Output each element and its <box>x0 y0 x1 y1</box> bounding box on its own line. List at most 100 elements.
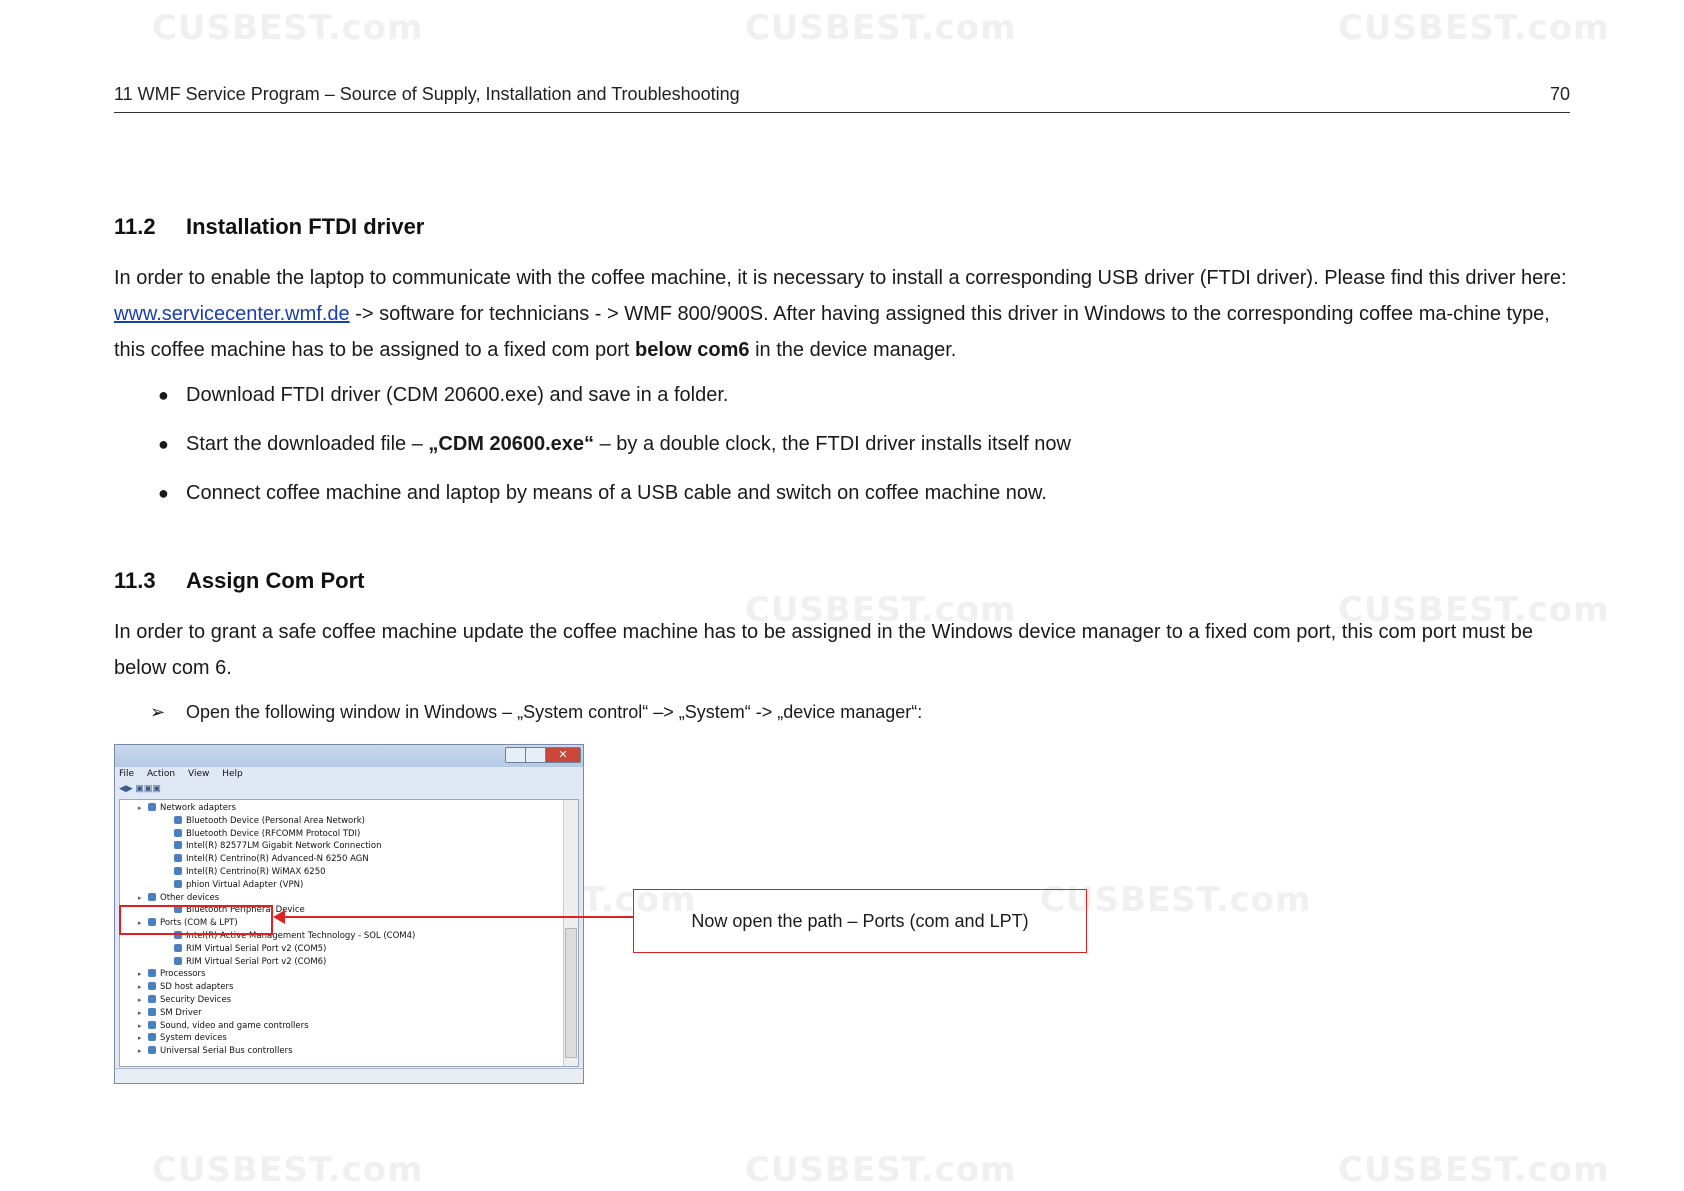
device-icon <box>148 1007 156 1016</box>
device-tree-item[interactable]: ▸ Other devices <box>138 892 219 904</box>
ports-highlight-box <box>119 905 273 935</box>
device-icon <box>174 943 182 952</box>
window-menu: File Action View Help <box>119 769 579 783</box>
device-tree-item[interactable]: ▸ Processors <box>138 968 205 980</box>
device-tree-item[interactable]: Bluetooth Device (Personal Area Network) <box>164 815 365 827</box>
section-heading-11-3: 11.3 Assign Com Port <box>114 568 364 594</box>
scrollbar <box>563 800 578 1066</box>
device-icon <box>174 867 182 875</box>
arrow-list-item: ➢ Open the following window in Windows – … <box>150 702 922 723</box>
toolbar-icon: ▣ <box>135 783 144 793</box>
status-bar <box>115 1068 583 1083</box>
device-icon <box>174 879 182 888</box>
device-icon <box>148 969 156 978</box>
device-tree-label: Network adapters <box>160 803 236 813</box>
device-tree-item[interactable]: phion Virtual Adapter (VPN) <box>164 879 303 891</box>
device-tree-label: System devices <box>160 1033 227 1044</box>
device-tree-label: Intel(R) 82577LM Gigabit Network Connect… <box>186 841 382 852</box>
para-bold: below com6 <box>635 339 750 361</box>
device-icon <box>148 982 156 991</box>
expand-arrow-icon: ▸ <box>138 893 142 902</box>
para-text: in the device manager. <box>749 339 957 361</box>
device-tree-item[interactable]: RIM Virtual Serial Port v2 (COM5) <box>164 943 326 955</box>
watermark: CUSBEST.com <box>1338 1150 1610 1190</box>
device-tree-item[interactable]: ▸ Universal Serial Bus controllers <box>138 1045 293 1057</box>
section-11-3-paragraph: In order to grant a safe coffee machine … <box>114 621 1533 679</box>
bullet-text: Connect coffee machine and laptop by mea… <box>186 482 1047 504</box>
device-icon <box>148 1020 156 1029</box>
arrow-item-text: Open the following window in Windows – „… <box>186 702 923 722</box>
device-tree-item[interactable]: Intel(R) Centrino(R) Advanced-N 6250 AGN <box>164 853 369 865</box>
help-icon: ▣ <box>152 783 161 793</box>
menu-item: View <box>188 769 210 779</box>
device-tree-label: SD host adapters <box>160 982 234 993</box>
bullet-dot: ● <box>158 434 169 454</box>
device-tree-item[interactable]: ▸ SD host adapters <box>138 981 233 993</box>
device-icon <box>148 1046 156 1055</box>
back-icon: ◀ <box>119 783 126 793</box>
forward-icon: ▶ <box>125 783 133 793</box>
device-icon <box>148 803 156 811</box>
bullet-bold: „CDM 20600.exe“ <box>428 433 595 455</box>
bullet-dot: ● <box>158 385 169 405</box>
section-title: Installation FTDI driver <box>186 214 425 239</box>
expand-arrow-icon: ▸ <box>138 1047 142 1056</box>
bullet-item: ● Connect coffee machine and laptop by me… <box>158 482 1047 505</box>
section-11-2-paragraph: In order to enable the laptop to communi… <box>114 260 1570 368</box>
device-tree-label: Intel(R) Centrino(R) Advanced-N 6250 AGN <box>186 854 369 865</box>
expand-arrow-icon: ▸ <box>138 1034 142 1043</box>
device-tree-item[interactable]: ▸ Security Devices <box>138 994 231 1006</box>
device-icon <box>148 1033 156 1042</box>
arrow-bullet-icon: ➢ <box>150 702 166 722</box>
device-tree-label: SM Driver <box>160 1007 202 1018</box>
device-tree-item[interactable]: Intel(R) Centrino(R) WiMAX 6250 <box>164 866 326 878</box>
device-tree-item[interactable]: ▸ System devices <box>138 1032 227 1044</box>
device-tree-item[interactable]: ▸ Network adapters <box>138 802 236 814</box>
device-icon <box>148 892 156 901</box>
section-heading-11-2: 11.2 Installation FTDI driver <box>114 214 424 240</box>
device-tree-label: RIM Virtual Serial Port v2 (COM5) <box>186 943 327 954</box>
expand-arrow-icon: ▸ <box>138 804 142 812</box>
para-text: In order to enable the laptop to communi… <box>114 267 1567 289</box>
device-tree-label: Intel(R) Centrino(R) WiMAX 6250 <box>186 867 326 877</box>
device-icon <box>174 828 182 837</box>
device-tree-label: Bluetooth Device (Personal Area Network) <box>186 815 365 826</box>
expand-arrow-icon: ▸ <box>138 983 142 992</box>
watermark: CUSBEST.com <box>745 1150 1017 1190</box>
menu-item: Action <box>146 769 176 779</box>
watermark: CUSBEST.com <box>1338 8 1610 48</box>
expand-arrow-icon: ▸ <box>138 970 142 979</box>
bullet-item: ● Start the downloaded file – „CDM 20600.… <box>158 433 1071 456</box>
expand-arrow-icon: ▸ <box>138 1021 142 1030</box>
device-tree-label: Processors <box>160 969 206 980</box>
watermark: CUSBEST.com <box>745 8 1017 48</box>
section-number: 11.3 <box>114 568 156 593</box>
watermark: CUSBEST.com <box>152 1150 424 1190</box>
device-tree-item[interactable]: ▸ Sound, video and game controllers <box>138 1020 309 1032</box>
device-tree-label: Security Devices <box>160 995 232 1005</box>
callout-box: Now open the path – Ports (com and LPT) <box>633 889 1087 953</box>
device-tree-label: Sound, video and game controllers <box>160 1020 309 1031</box>
expand-arrow-icon: ▸ <box>138 996 142 1004</box>
device-icon <box>148 995 156 1003</box>
device-tree-label: Other devices <box>160 892 220 903</box>
bullet-text: Download FTDI driver (CDM 20600.exe) and… <box>186 384 729 406</box>
device-tree-item[interactable]: RIM Virtual Serial Port v2 (COM6) <box>164 956 326 968</box>
menu-item: Help <box>222 769 243 779</box>
menu-item: File <box>119 769 135 779</box>
device-icon <box>174 841 182 850</box>
device-icon <box>174 854 182 863</box>
header-title: 11 WMF Service Program – Source of Suppl… <box>114 84 740 104</box>
device-tree-item[interactable]: Bluetooth Device (RFCOMM Protocol TDI) <box>164 828 360 840</box>
page-number: 70 <box>1549 84 1570 104</box>
device-tree-label: Bluetooth Device (RFCOMM Protocol TDI) <box>186 828 361 839</box>
bullet-item: ● Download FTDI driver (CDM 20600.exe) an… <box>158 384 728 407</box>
device-tree-item[interactable]: ▸ SM Driver <box>138 1007 202 1019</box>
window-titlebar: ✕ <box>115 745 583 767</box>
window-toolbar: ◀▶ ▣▣▣ <box>119 783 579 797</box>
device-tree-label: RIM Virtual Serial Port v2 (COM6) <box>186 956 327 967</box>
servicecenter-link[interactable]: www.servicecenter.wmf.de <box>114 303 350 325</box>
device-tree-item[interactable]: Intel(R) 82577LM Gigabit Network Connect… <box>164 840 382 852</box>
bullet-dot: ● <box>158 483 169 503</box>
section-number: 11.2 <box>114 214 156 239</box>
